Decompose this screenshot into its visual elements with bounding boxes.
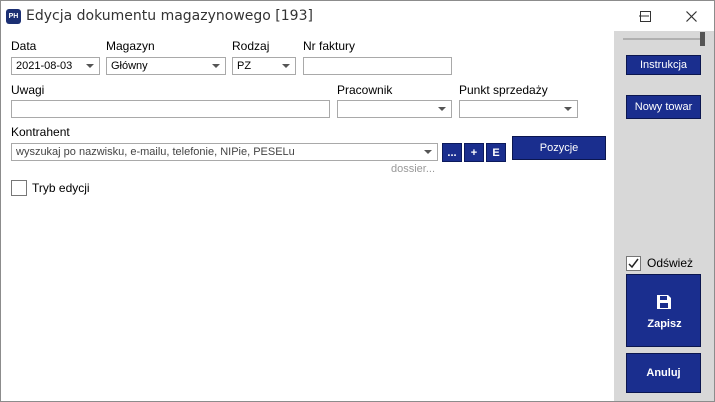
magazyn-value: Główny	[111, 60, 148, 72]
data-date-picker[interactable]: 2021-08-03	[11, 57, 100, 75]
close-button[interactable]	[668, 1, 714, 31]
edit-document-window: PH Edycja dokumentu magazynowego [193] D…	[0, 0, 715, 402]
chevron-down-icon	[212, 64, 220, 68]
punkt-sprzedazy-label: Punkt sprzedaży	[459, 83, 548, 97]
nr-faktury-input[interactable]	[303, 57, 452, 75]
rodzaj-select[interactable]: PZ	[232, 57, 296, 75]
window-title: Edycja dokumentu magazynowego [193]	[26, 8, 313, 24]
panel-divider	[623, 38, 701, 40]
close-icon	[686, 11, 697, 22]
magazyn-select[interactable]: Główny	[106, 57, 226, 75]
dossier-link[interactable]: dossier...	[391, 163, 435, 175]
anuluj-button[interactable]: Anuluj	[626, 353, 701, 393]
kontrahent-edit-button[interactable]: E	[486, 143, 506, 162]
kontrahent-placeholder: wyszukaj po nazwisku, e-mailu, telefonie…	[16, 146, 295, 158]
tryb-edycji-checkbox[interactable]	[11, 180, 27, 196]
checkmark-icon	[628, 258, 639, 269]
pracownik-label: Pracownik	[337, 83, 393, 97]
kontrahent-label: Kontrahent	[11, 125, 70, 139]
kontrahent-search-select[interactable]: wyszukaj po nazwisku, e-mailu, telefonie…	[11, 143, 438, 161]
data-value: 2021-08-03	[16, 60, 73, 72]
uwagi-label: Uwagi	[11, 83, 45, 97]
odswiez-label: Odśwież	[647, 256, 694, 270]
zapisz-label: Zapisz	[647, 318, 682, 330]
right-action-panel: Instrukcja Nowy towar Odśwież Zapisz Anu…	[614, 31, 714, 401]
rodzaj-value: PZ	[237, 60, 252, 72]
maximize-icon	[640, 11, 651, 22]
chevron-down-icon	[438, 107, 446, 111]
chevron-down-icon	[86, 64, 94, 68]
title-bar: PH Edycja dokumentu magazynowego [193]	[1, 1, 714, 31]
rodzaj-label: Rodzaj	[232, 39, 270, 53]
chevron-down-icon	[424, 150, 432, 154]
tryb-edycji-label: Tryb edycji	[32, 181, 90, 195]
instrukcja-button[interactable]: Instrukcja	[626, 55, 701, 75]
pracownik-select[interactable]	[337, 100, 452, 118]
save-icon	[657, 295, 671, 309]
magazyn-label: Magazyn	[106, 39, 155, 53]
punkt-sprzedazy-select[interactable]	[459, 100, 578, 118]
chevron-down-icon	[282, 64, 290, 68]
pozycje-button[interactable]: Pozycje	[512, 136, 606, 160]
maximize-button[interactable]	[622, 1, 668, 31]
nr-faktury-label: Nr faktury	[303, 39, 356, 53]
kontrahent-more-button[interactable]: ...	[442, 143, 462, 162]
zapisz-button[interactable]: Zapisz	[626, 274, 701, 347]
app-logo-icon: PH	[6, 9, 21, 24]
chevron-down-icon	[564, 107, 572, 111]
data-label: Data	[11, 39, 37, 53]
nowy-towar-button[interactable]: Nowy towar	[626, 95, 701, 119]
kontrahent-add-button[interactable]: +	[464, 143, 484, 162]
panel-scroll-handle[interactable]	[700, 32, 705, 46]
uwagi-input[interactable]	[11, 100, 330, 118]
odswiez-checkbox[interactable]	[626, 256, 641, 271]
